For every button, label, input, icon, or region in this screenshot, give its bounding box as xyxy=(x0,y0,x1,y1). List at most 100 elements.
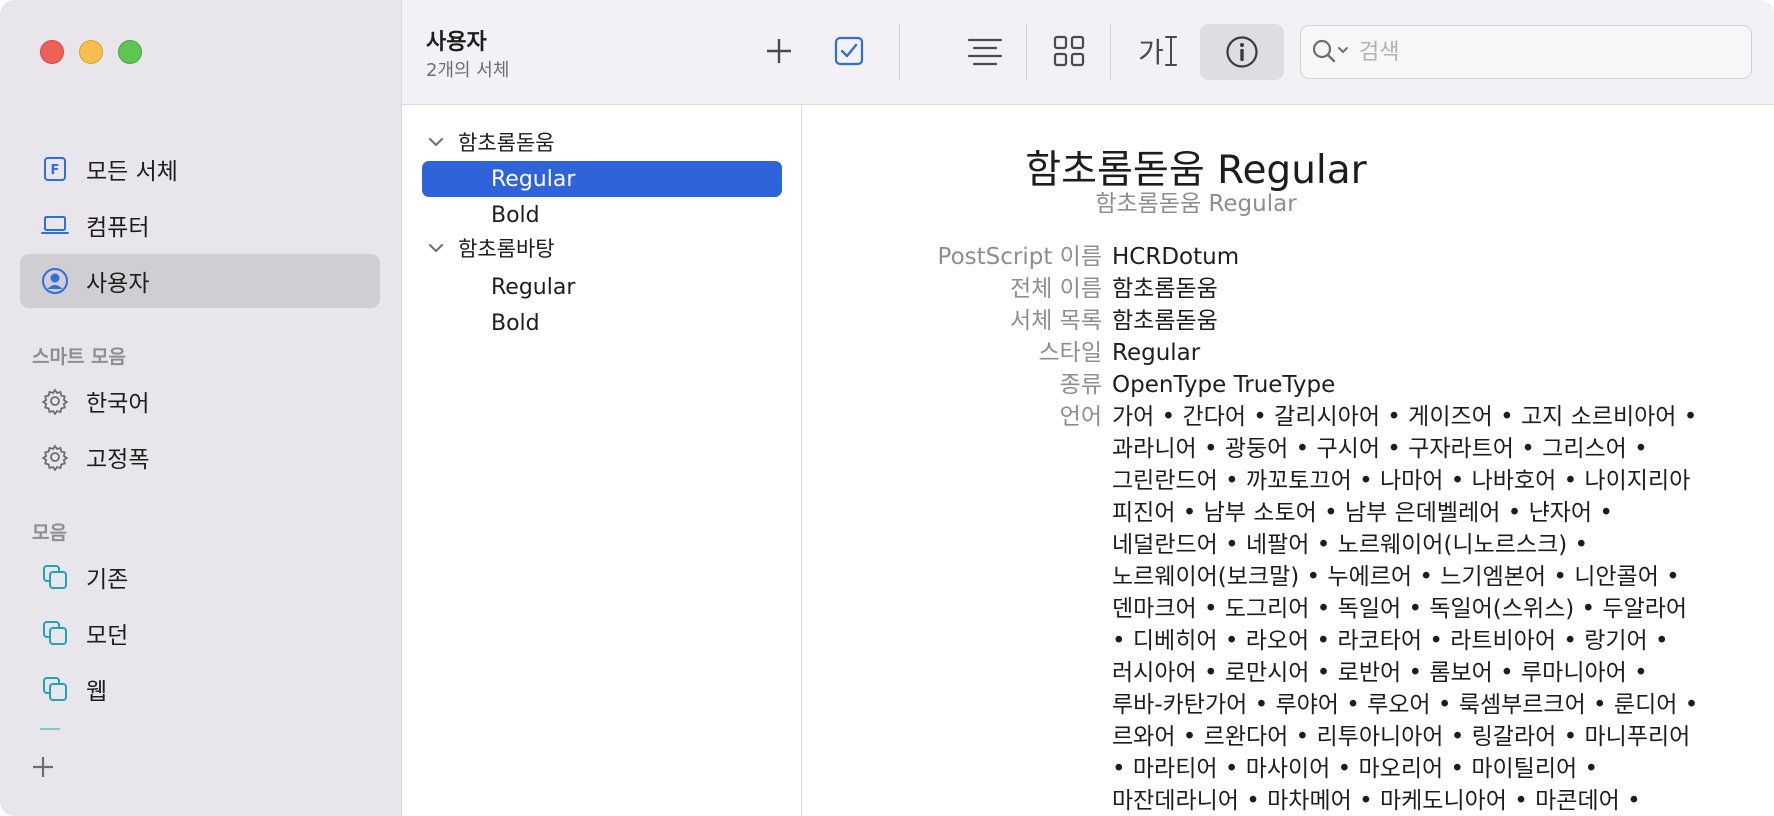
sample-view-button[interactable] xyxy=(960,28,1010,74)
sidebar-item-label: 사용자 xyxy=(86,271,150,297)
language-line: 과라니어 • 광둥어 • 구시어 • 구자라트어 • 그리스어 • xyxy=(1112,436,1648,462)
language-list: 가어 • 간다어 • 갈리시아어 • 게이즈어 • 고지 소르비아어 • 과라니… xyxy=(1112,401,1732,816)
sidebar-item-monospace[interactable]: 고정폭 xyxy=(20,430,380,484)
search-icon xyxy=(1312,39,1348,63)
info-view-button[interactable] xyxy=(1200,24,1284,80)
collection-icon-partial xyxy=(40,728,60,732)
close-button[interactable] xyxy=(40,40,64,64)
font-info-panel: 함초롬돋움 Regular 함초롬돋움 Regular PostScript 이… xyxy=(802,105,1774,816)
font-book-window: F 모든 서체 컴퓨터 사용자 스마트 모음 한국어 고정폭 모음 기존 모던 … xyxy=(0,0,1774,816)
window-controls xyxy=(40,40,142,64)
toolbar-separator xyxy=(1110,24,1111,80)
toolbar-title: 사용자 xyxy=(426,30,487,55)
sidebar: F 모든 서체 컴퓨터 사용자 스마트 모음 한국어 고정폭 모음 기존 모던 … xyxy=(0,0,402,816)
sidebar-item-computer[interactable]: 컴퓨터 xyxy=(20,198,380,252)
toolbar: 사용자 2개의 서체 가 xyxy=(402,0,1774,105)
info-value: 함초롬돋움 xyxy=(1112,308,1218,334)
language-line: • 디베히어 • 라오어 • 라코타어 • 라트비아어 • 랑기어 • xyxy=(1112,628,1669,654)
validate-font-button[interactable] xyxy=(826,28,872,74)
language-line: 노르웨이어(보크말) • 누에르어 • 느기엠본어 • 니안콜어 • xyxy=(1112,564,1680,590)
language-line: 덴마크어 • 도그리어 • 독일어 • 독일어(스위스) • 두알라어 xyxy=(1112,596,1688,622)
font-face-name: Bold xyxy=(491,202,540,228)
info-key: PostScript 이름 xyxy=(937,244,1102,270)
info-value: HCRDotum xyxy=(1112,244,1240,270)
sidebar-item-label: 한국어 xyxy=(86,391,150,417)
checkbox-icon xyxy=(834,36,864,66)
sidebar-item-all-fonts[interactable]: F 모든 서체 xyxy=(20,142,380,196)
font-family-name: 함초롬바탕 xyxy=(458,237,555,261)
grid-icon xyxy=(1053,35,1085,67)
search-input[interactable] xyxy=(1359,39,1719,65)
sample-glyph: 가 xyxy=(1138,36,1164,69)
plus-icon xyxy=(767,39,791,63)
language-line: 피진어 • 남부 소토어 • 남부 은데벨레어 • 냔자어 • xyxy=(1112,500,1613,526)
font-face-name: Regular xyxy=(491,166,576,192)
info-value: OpenType TrueType xyxy=(1112,372,1336,398)
info-key: 서체 목록 xyxy=(1010,308,1102,334)
minimize-button[interactable] xyxy=(79,40,103,64)
font-info-subtitle: 함초롬돋움 Regular xyxy=(802,184,1774,218)
sidebar-item-label: 모든 서체 xyxy=(86,159,178,185)
font-info-subtitle-text: 함초롬돋움 Regular xyxy=(1095,191,1297,217)
font-face-row[interactable]: Bold xyxy=(422,305,782,341)
chevron-down-icon[interactable] xyxy=(426,132,446,152)
language-line: 러시아어 • 로만시어 • 로반어 • 롬보어 • 루마니아어 • xyxy=(1112,660,1648,686)
font-face-row[interactable]: Regular xyxy=(422,269,782,305)
font-family-row[interactable]: 함초롬돋움 xyxy=(426,125,555,159)
language-line: 루바-카탄가어 • 루야어 • 루오어 • 룩셈부르크어 • 룬디어 • xyxy=(1112,692,1699,718)
zoom-button[interactable] xyxy=(118,40,142,64)
grid-view-button[interactable] xyxy=(1044,28,1094,74)
text-cursor-icon xyxy=(1164,36,1177,66)
sidebar-item-user[interactable]: 사용자 xyxy=(20,254,380,308)
add-collection-button[interactable] xyxy=(28,752,58,782)
sidebar-item-label: 고정폭 xyxy=(86,447,150,473)
collection-icon xyxy=(40,618,70,648)
laptop-icon xyxy=(40,210,70,240)
collection-icon xyxy=(40,674,70,704)
sidebar-item-web[interactable]: 웹 xyxy=(20,662,380,716)
info-key: 전체 이름 xyxy=(1010,276,1102,302)
sidebar-item-korean[interactable]: 한국어 xyxy=(20,374,380,428)
sidebar-item-label: 모던 xyxy=(86,623,129,649)
sidebar-item-label: 컴퓨터 xyxy=(86,215,150,241)
sidebar-item-label: 기존 xyxy=(86,567,129,593)
collection-icon xyxy=(40,562,70,592)
font-list: 함초롬돋움 Regular Bold 함초롬바탕 Regular Bold xyxy=(402,105,802,816)
toolbar-separator xyxy=(1026,24,1027,80)
sidebar-item-classic[interactable]: 기존 xyxy=(20,550,380,604)
sidebar-item-modern[interactable]: 모던 xyxy=(20,606,380,660)
add-font-button[interactable] xyxy=(756,28,802,74)
info-value: 함초롬돋움 xyxy=(1112,276,1218,302)
font-face-name: Regular xyxy=(491,274,576,300)
sidebar-item-label: 웹 xyxy=(86,679,108,705)
gear-icon xyxy=(40,442,70,472)
language-line: 그린란드어 • 까꼬토끄어 • 나마어 • 나바호어 • 나이지리아 xyxy=(1112,468,1691,494)
info-icon xyxy=(1226,36,1258,68)
language-line: 르와어 • 르완다어 • 리투아니아어 • 링갈라어 • 마니푸리어 xyxy=(1112,724,1691,750)
info-key: 종류 xyxy=(1059,372,1102,398)
font-face-row[interactable]: Bold xyxy=(422,197,782,233)
font-file-icon: F xyxy=(40,154,70,184)
info-value: Regular xyxy=(1112,340,1201,366)
font-family-row[interactable]: 함초롬바탕 xyxy=(426,231,555,265)
chevron-down-icon[interactable] xyxy=(426,238,446,258)
user-circle-icon xyxy=(40,266,70,296)
language-line: 가어 • 간다어 • 갈리시아어 • 게이즈어 • 고지 소르비아어 • xyxy=(1112,404,1698,430)
smart-collections-header: 스마트 모음 xyxy=(32,346,127,368)
font-family-name: 함초롬돋움 xyxy=(458,131,555,155)
text-align-icon xyxy=(967,38,1003,66)
toolbar-separator xyxy=(899,24,900,80)
toolbar-subtitle: 2개의 서체 xyxy=(426,60,510,81)
collections-header: 모음 xyxy=(32,522,67,544)
language-line: 네덜란드어 • 네팔어 • 노르웨이어(니노르스크) • xyxy=(1112,532,1589,558)
plus-icon xyxy=(33,757,53,777)
language-line: • 마라티어 • 마사이어 • 마오리어 • 마이틸리어 • xyxy=(1112,756,1599,782)
font-face-name: Bold xyxy=(491,310,540,336)
language-line: 마잔데라니어 • 마차메어 • 마케도니아어 • 마콘데어 • xyxy=(1112,788,1641,814)
info-key: 언어 xyxy=(1059,404,1102,430)
font-face-row[interactable]: Regular xyxy=(422,161,782,197)
search-field[interactable] xyxy=(1300,25,1752,79)
info-key: 스타일 xyxy=(1038,340,1102,366)
gear-icon xyxy=(40,386,70,416)
custom-text-button[interactable]: 가 xyxy=(1130,28,1186,74)
